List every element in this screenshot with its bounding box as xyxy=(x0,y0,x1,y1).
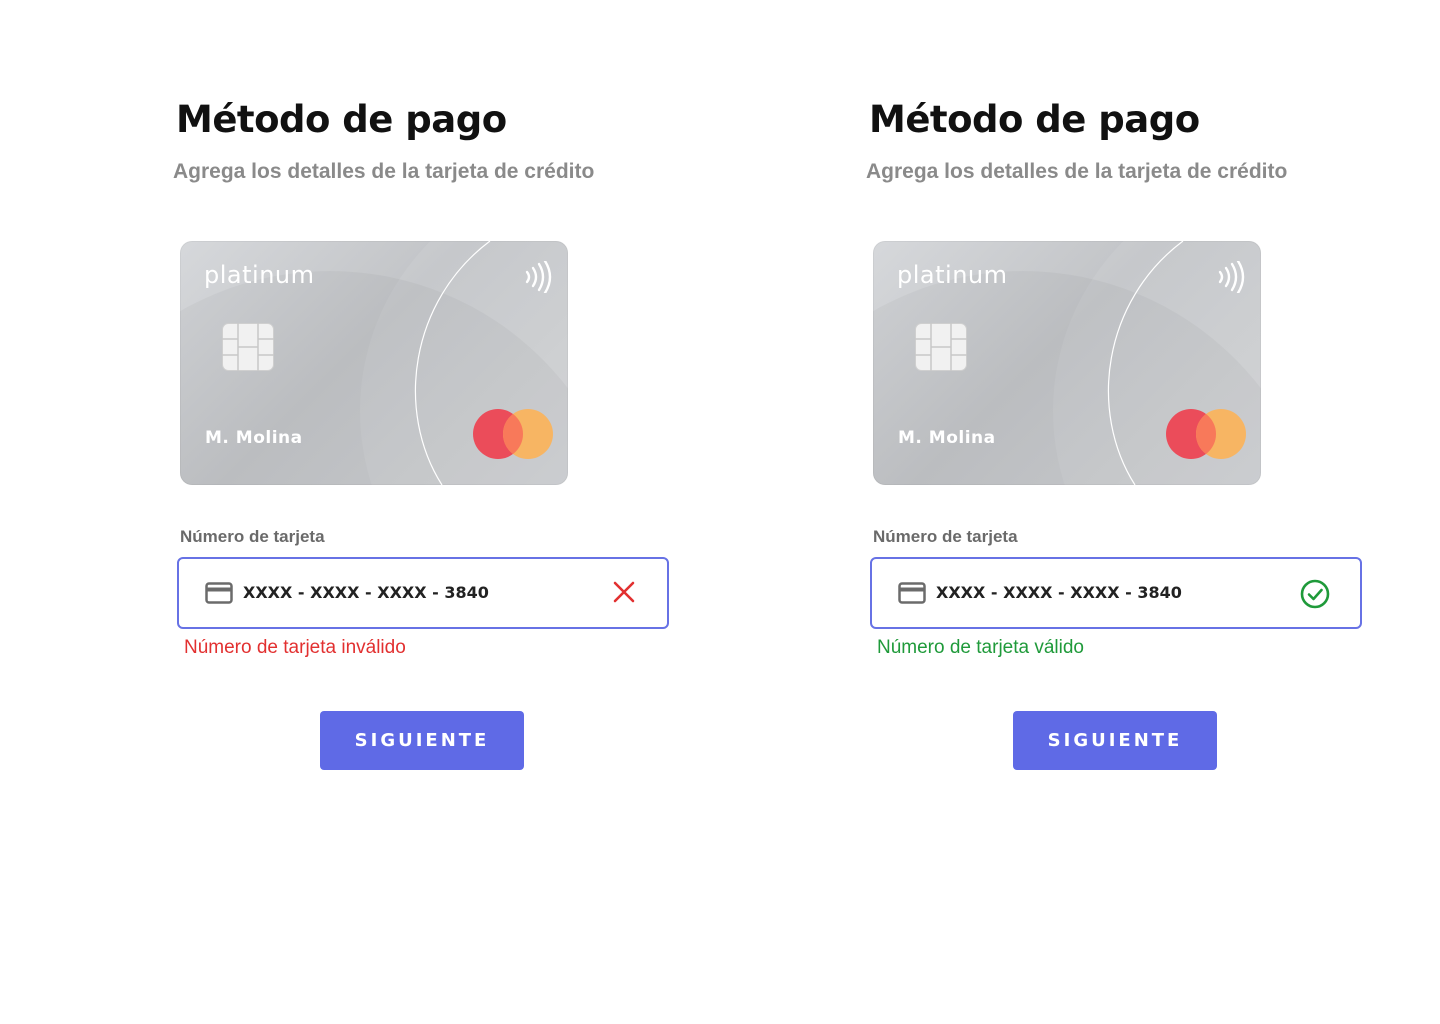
page-title: Método de pago xyxy=(176,98,507,141)
validation-error-message: Número de tarjeta inválido xyxy=(184,637,406,658)
chip-icon xyxy=(222,323,274,371)
payment-panel-invalid: Método de pago Agrega los detalles de la… xyxy=(173,0,693,1024)
card-brand: platinum xyxy=(204,261,315,289)
credit-card-icon xyxy=(898,582,926,604)
chip-icon xyxy=(915,323,967,371)
credit-card-preview: platinum M. Molina xyxy=(873,241,1261,485)
credit-card-icon xyxy=(205,582,233,604)
card-holder-name: M. Molina xyxy=(205,428,303,448)
next-button[interactable]: SIGUIENTE xyxy=(1013,711,1217,770)
page-subtitle: Agrega los detalles de la tarjeta de cré… xyxy=(173,160,595,183)
card-number-input[interactable]: XXXX - XXXX - XXXX - 3840 xyxy=(870,557,1362,629)
contactless-icon xyxy=(1218,261,1245,293)
card-brand: platinum xyxy=(897,261,1008,289)
card-number-input[interactable]: XXXX - XXXX - XXXX - 3840 xyxy=(177,557,669,629)
mastercard-logo-icon xyxy=(473,409,553,459)
payment-panel-valid: Método de pago Agrega los detalles de la… xyxy=(866,0,1386,1024)
contactless-icon xyxy=(525,261,552,293)
card-number-label: Número de tarjeta xyxy=(873,527,1018,546)
close-icon[interactable] xyxy=(611,579,637,605)
credit-card-preview: platinum M. Molina xyxy=(180,241,568,485)
next-button[interactable]: SIGUIENTE xyxy=(320,711,524,770)
card-number-value: XXXX - XXXX - XXXX - 3840 xyxy=(243,583,489,602)
card-holder-name: M. Molina xyxy=(898,428,996,448)
check-circle-icon xyxy=(1300,579,1330,609)
card-number-value: XXXX - XXXX - XXXX - 3840 xyxy=(936,583,1182,602)
mastercard-logo-icon xyxy=(1166,409,1246,459)
card-number-label: Número de tarjeta xyxy=(180,527,325,546)
page-title: Método de pago xyxy=(869,98,1200,141)
validation-success-message: Número de tarjeta válido xyxy=(877,637,1084,658)
page-subtitle: Agrega los detalles de la tarjeta de cré… xyxy=(866,160,1288,183)
